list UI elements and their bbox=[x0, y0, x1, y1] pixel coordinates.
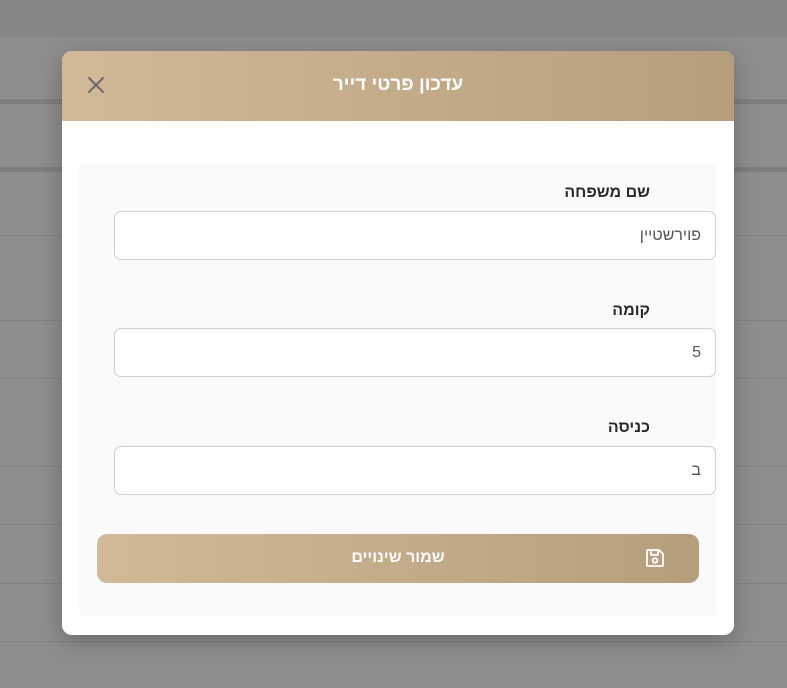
last-name-input[interactable] bbox=[114, 211, 716, 260]
floor-input[interactable] bbox=[114, 328, 716, 377]
modal-header: עדכון פרטי דייר bbox=[62, 51, 734, 121]
entrance-label: כניסה bbox=[607, 419, 650, 436]
modal-title: עדכון פרטי דייר bbox=[332, 74, 464, 95]
background-topbar bbox=[0, 0, 787, 37]
background-divider bbox=[0, 641, 787, 642]
entrance-input[interactable] bbox=[114, 446, 716, 495]
floor-label: קומה bbox=[612, 302, 650, 319]
last-name-label: שם משפחה bbox=[564, 184, 650, 201]
save-button-label: שמור שינויים bbox=[351, 549, 445, 566]
save-changes-button[interactable]: שמור שינויים bbox=[97, 534, 699, 583]
edit-tenant-modal: עדכון פרטי דייר שם משפחה קומה כניסה שמור… bbox=[62, 51, 734, 635]
